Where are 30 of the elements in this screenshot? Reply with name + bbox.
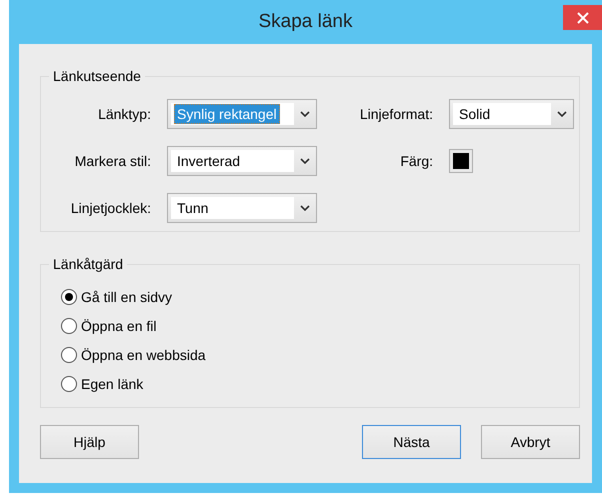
radio-button[interactable] — [61, 318, 77, 334]
color-swatch[interactable] — [449, 149, 473, 173]
radio-button[interactable] — [61, 289, 77, 305]
dropdown[interactable]: Solid — [449, 99, 574, 129]
close-icon — [576, 12, 588, 24]
group-title: Länkutseende — [52, 68, 142, 84]
radio-button[interactable] — [61, 347, 77, 363]
radio-option[interactable]: Öppna en webbsida — [61, 347, 206, 363]
field-label: Färg: — [399, 153, 433, 169]
group-title: Länkåtgärd — [52, 256, 124, 272]
field-label: Markera stil: — [74, 153, 151, 169]
chevron-down-icon — [300, 111, 310, 117]
field-label: Länktyp: — [97, 106, 151, 122]
radio-option[interactable]: Egen länk — [61, 376, 144, 392]
chevron-down-icon — [300, 158, 310, 164]
chevron-down-icon — [557, 111, 567, 117]
dropdown[interactable]: Inverterad — [167, 146, 317, 176]
close-button[interactable] — [563, 5, 602, 30]
dialog-button[interactable]: Nästa — [362, 425, 461, 459]
radio-option[interactable]: Gå till en sidvy — [61, 289, 172, 305]
field-label: Linjeformat: — [358, 106, 433, 122]
dialog-button[interactable]: Avbryt — [481, 425, 580, 459]
dialog-button[interactable]: Hjälp — [40, 425, 139, 459]
radio-option[interactable]: Öppna en fil — [61, 318, 156, 334]
dropdown[interactable]: Synlig rektangel — [167, 99, 317, 129]
field-label: Linjetjocklek: — [70, 200, 151, 216]
window-title: Skapa länk — [258, 11, 352, 33]
radio-button[interactable] — [61, 376, 77, 392]
chevron-down-icon — [300, 205, 310, 211]
dropdown[interactable]: Tunn — [167, 193, 317, 223]
